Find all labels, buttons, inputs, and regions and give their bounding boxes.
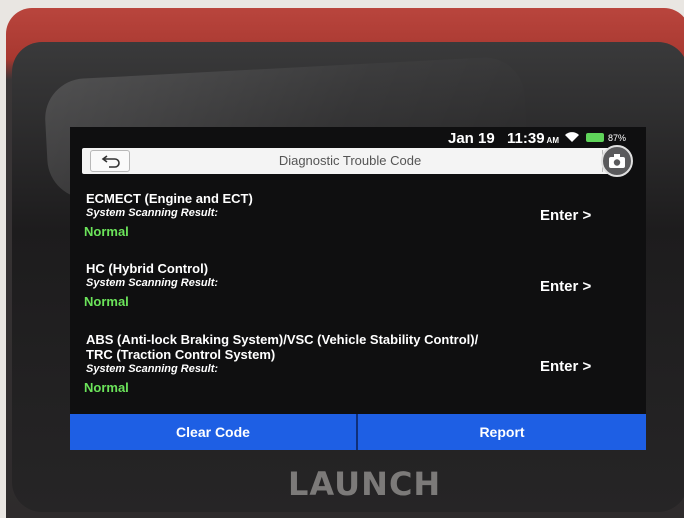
scan-result-status: Normal	[84, 224, 129, 239]
clear-code-button[interactable]: Clear Code	[70, 414, 358, 450]
bottom-action-bar: Clear Code Report	[70, 414, 646, 450]
status-time: 11:39 AM	[507, 130, 559, 147]
status-clock: 11:39	[507, 130, 545, 147]
wifi-icon	[565, 132, 579, 142]
enter-button-abs[interactable]: Enter >	[540, 358, 591, 375]
enter-button-hc[interactable]: Enter >	[540, 278, 591, 295]
title-bar: Diagnostic Trouble Code	[82, 148, 618, 174]
report-button[interactable]: Report	[358, 414, 646, 450]
screenshot-button[interactable]	[601, 145, 633, 177]
system-name-line1: ABS (Anti-lock Braking System)/VSC (Vehi…	[86, 332, 479, 347]
enter-button-ecmect[interactable]: Enter >	[540, 207, 591, 224]
battery-icon	[586, 133, 604, 142]
launch-logo: LAUNCH	[288, 465, 442, 503]
page-title: Diagnostic Trouble Code	[278, 153, 422, 168]
system-name: ECMECT (Engine and ECT)	[86, 191, 253, 206]
battery-percent: 87%	[608, 133, 627, 143]
status-date: Jan 19	[448, 130, 495, 147]
camera-icon	[609, 154, 625, 168]
scan-result-status: Normal	[84, 380, 129, 395]
status-ampm: AM	[546, 136, 559, 145]
system-name: HC (Hybrid Control)	[86, 261, 209, 276]
scan-result-status: Normal	[84, 294, 129, 309]
status-bar: Jan 19 11:39 AM 87%	[70, 127, 646, 147]
device-screen: Jan 19 11:39 AM 87% Diagnostic Trouble Co…	[70, 127, 646, 450]
